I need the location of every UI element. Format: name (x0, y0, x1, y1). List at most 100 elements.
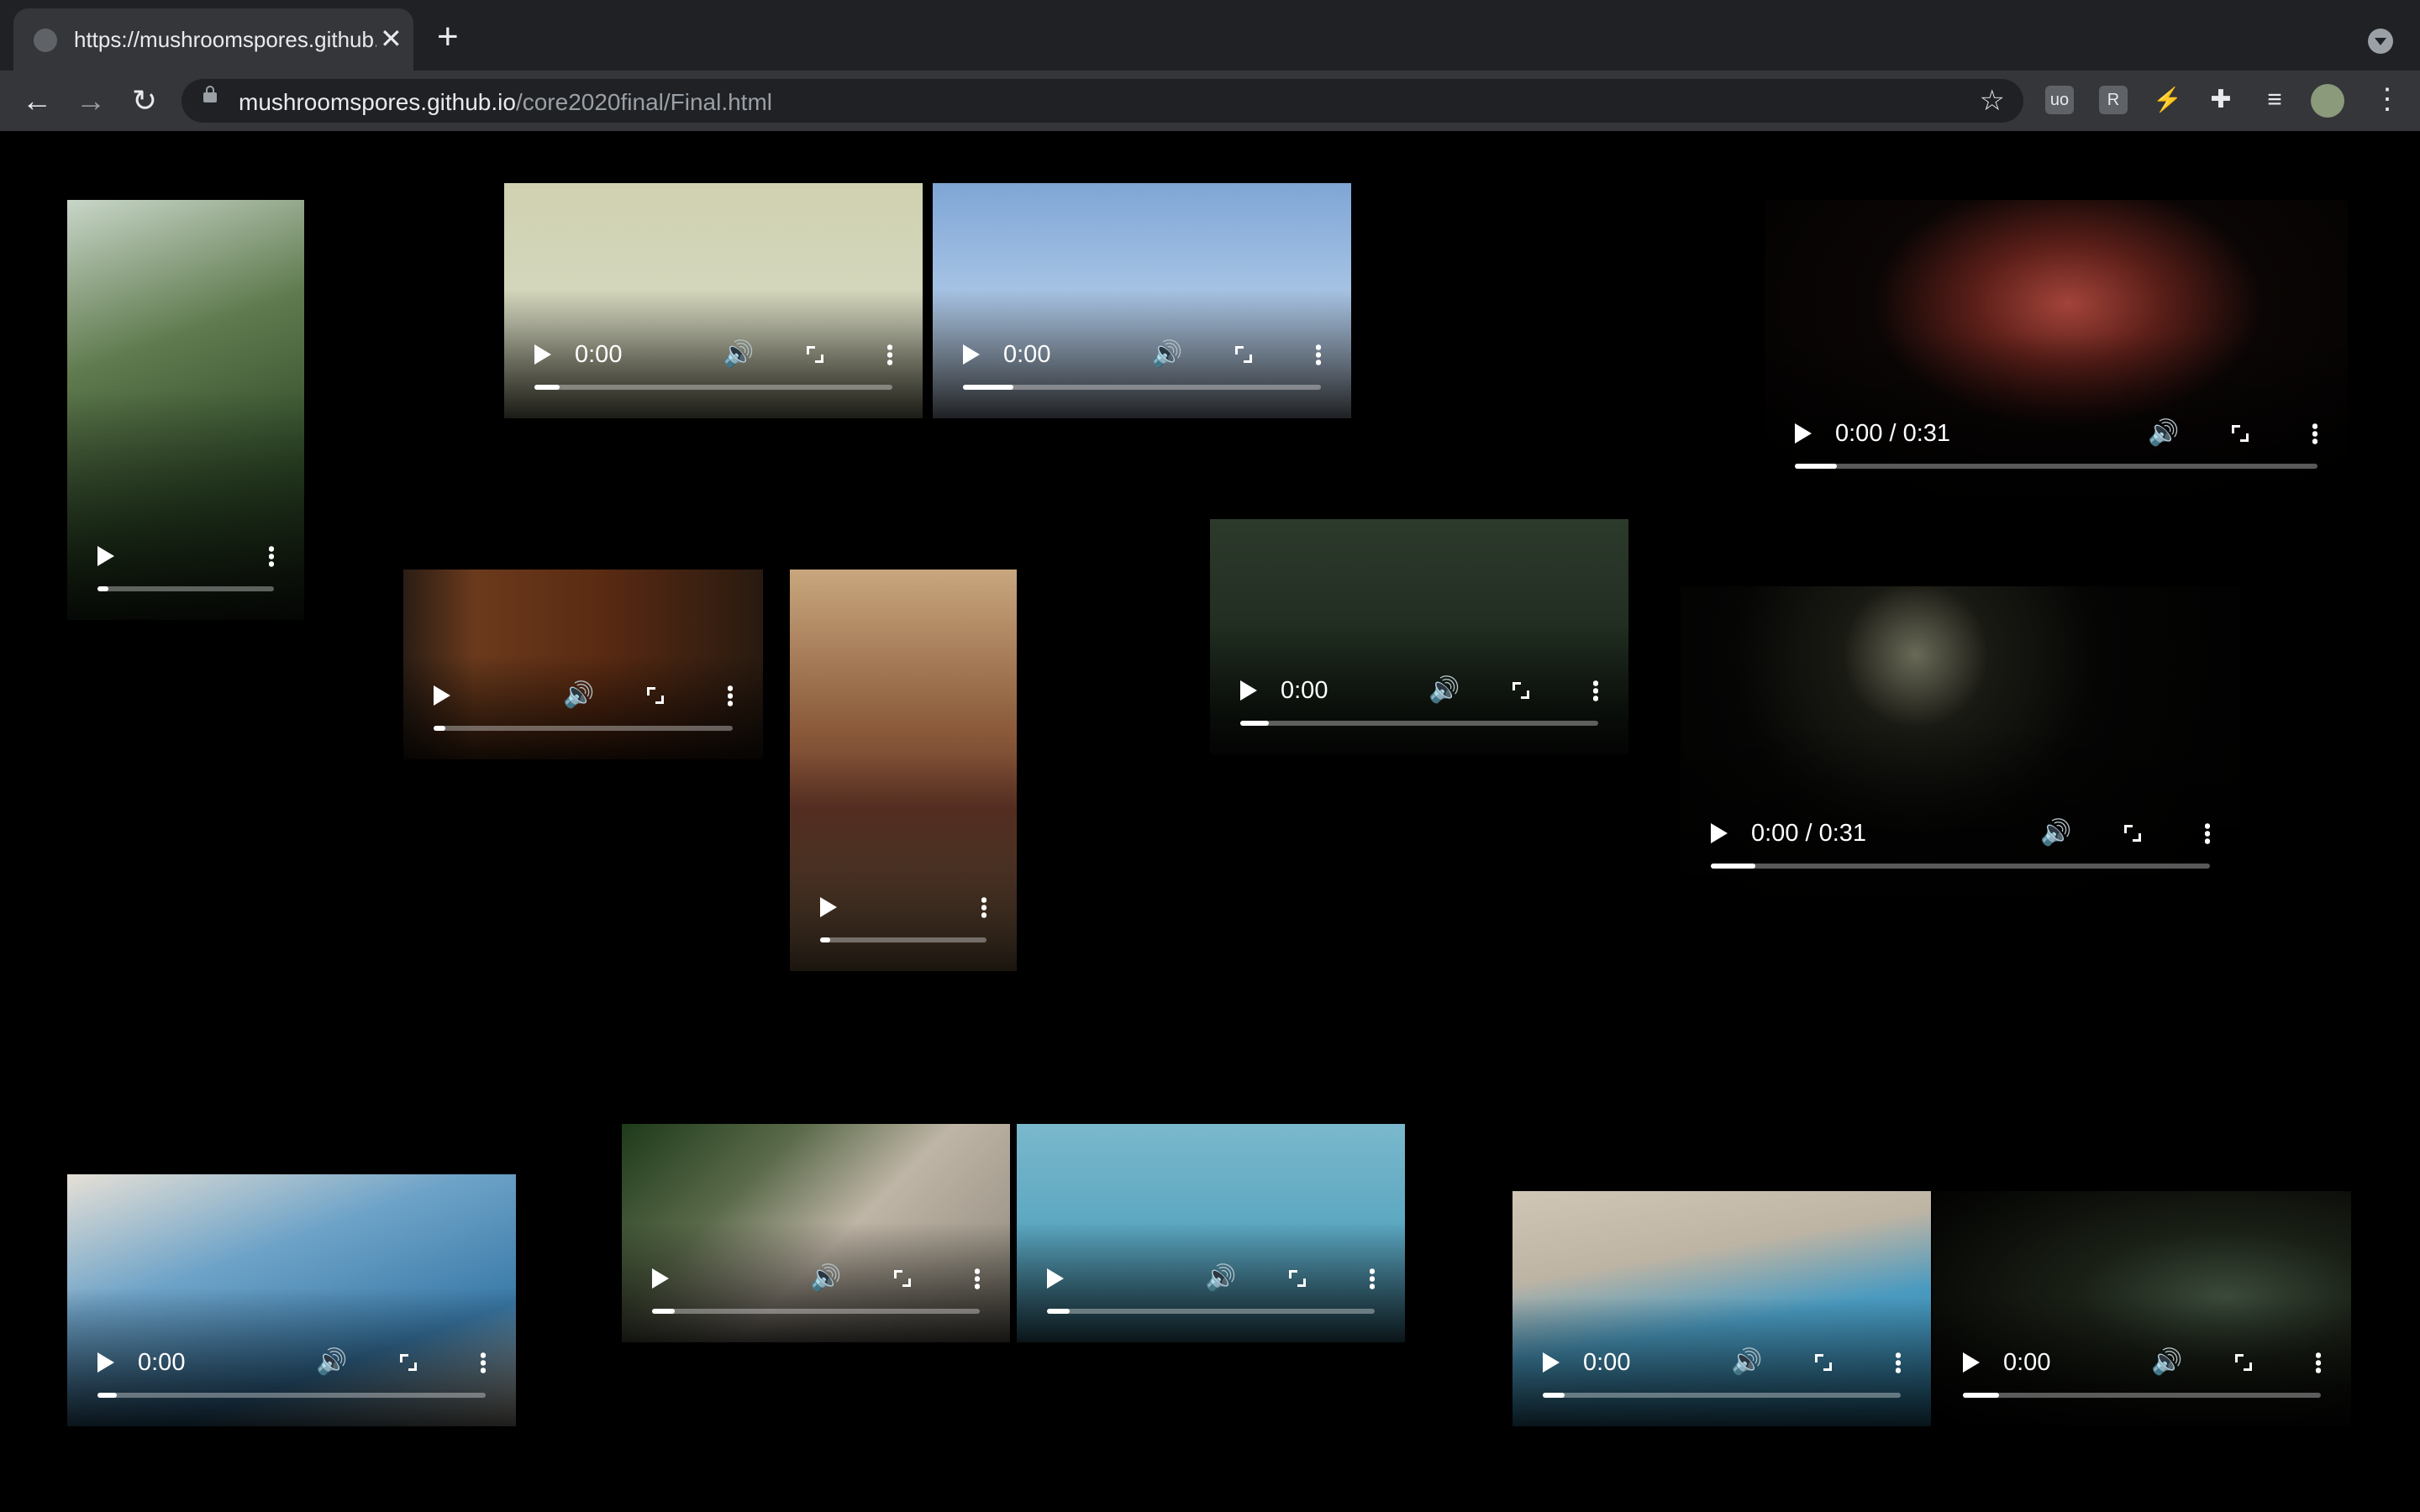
video-player-wall-fan[interactable]: 0:00 🔊 (504, 183, 923, 418)
more-options-icon[interactable] (975, 1268, 980, 1289)
more-options-icon[interactable] (1593, 680, 1598, 701)
video-player-pool-cone[interactable]: 0:00 🔊 (1512, 1191, 1931, 1426)
progress-bar[interactable] (963, 385, 1321, 390)
more-options-icon[interactable] (981, 896, 986, 918)
volume-icon[interactable]: 🔊 (1151, 339, 1182, 370)
fullscreen-icon[interactable] (2124, 825, 2141, 842)
progress-bar[interactable] (820, 937, 986, 942)
video-player-garden-path[interactable]: 🔊 (622, 1124, 1010, 1342)
video-player-pool-pillars[interactable]: 0:00 🔊 (67, 1174, 516, 1426)
more-options-icon[interactable] (481, 1352, 486, 1373)
video-player-hanging-shirt[interactable] (790, 570, 1017, 971)
video-player-pool-tiles[interactable]: 🔊 (1017, 1124, 1405, 1342)
volume-icon[interactable]: 🔊 (2151, 1347, 2182, 1378)
puzzle-extensions-icon[interactable]: ✚ (2207, 86, 2235, 114)
play-icon[interactable] (820, 897, 837, 917)
ublock-extension-icon[interactable]: uo (2045, 86, 2074, 114)
volume-icon[interactable]: 🔊 (723, 339, 754, 370)
progress-bar[interactable] (1795, 464, 2317, 469)
progress-bar[interactable] (534, 385, 892, 390)
video-player-clouds-sky[interactable]: 0:00 🔊 (933, 183, 1351, 418)
volume-icon[interactable]: 🔊 (1428, 675, 1460, 706)
play-icon[interactable] (97, 546, 114, 566)
more-options-icon[interactable] (2205, 822, 2210, 844)
more-options-icon[interactable] (1316, 344, 1321, 365)
volume-icon[interactable]: 🔊 (810, 1263, 841, 1294)
fullscreen-icon[interactable] (1815, 1354, 1832, 1371)
play-icon[interactable] (1047, 1268, 1064, 1289)
fullscreen-icon[interactable] (400, 1354, 417, 1371)
fullscreen-icon[interactable] (2232, 425, 2249, 442)
progress-bar[interactable] (1711, 864, 2210, 869)
volume-icon[interactable]: 🔊 (563, 680, 594, 711)
progress-bar[interactable] (434, 726, 733, 731)
fullscreen-icon[interactable] (894, 1270, 911, 1287)
more-options-icon[interactable] (887, 344, 892, 365)
fullscreen-icon[interactable] (1512, 682, 1529, 699)
more-options-icon[interactable] (269, 545, 274, 567)
play-icon[interactable] (1963, 1352, 1980, 1373)
address-bar[interactable]: mushroomspores.github.io/core2020final/F… (182, 79, 2023, 123)
fullscreen-icon[interactable] (1289, 1270, 1306, 1287)
volume-icon[interactable]: 🔊 (1205, 1263, 1236, 1294)
more-options-icon[interactable] (2316, 1352, 2321, 1373)
video-player-palm-tree[interactable] (67, 200, 304, 620)
progress-bar[interactable] (1047, 1309, 1375, 1314)
time-display: 0:00 / 0:31 (1751, 820, 1867, 847)
more-options-icon[interactable] (728, 685, 733, 706)
controls-overlay (504, 289, 923, 418)
fullscreen-icon[interactable] (1235, 346, 1252, 363)
progress-bar[interactable] (97, 586, 274, 591)
more-options-icon[interactable] (1370, 1268, 1375, 1289)
new-tab-button[interactable]: + (437, 18, 459, 55)
profile-avatar[interactable] (2311, 84, 2344, 118)
video-player-night-balcony-red[interactable]: 0:00 / 0:31 🔊 (1765, 200, 2348, 497)
tab-search-icon[interactable] (2368, 29, 2393, 54)
play-icon[interactable] (1240, 680, 1257, 701)
close-tab-icon[interactable]: ✕ (380, 22, 402, 55)
play-icon[interactable] (1711, 823, 1728, 843)
fullscreen-icon[interactable] (647, 687, 664, 704)
play-icon[interactable] (963, 344, 980, 365)
lightning-extension-icon[interactable]: ⚡ (2153, 86, 2182, 114)
play-icon[interactable] (534, 344, 551, 365)
browser-tab[interactable]: https://mushroomspores.github.io/core202… (13, 8, 413, 71)
progress-fill (1795, 464, 1837, 469)
play-icon[interactable] (97, 1352, 114, 1373)
reload-icon[interactable]: ↻ (124, 81, 165, 121)
progress-bar[interactable] (1543, 1393, 1901, 1398)
progress-bar[interactable] (97, 1393, 486, 1398)
volume-icon[interactable]: 🔊 (1731, 1347, 1762, 1378)
volume-icon[interactable]: 🔊 (316, 1347, 347, 1378)
volume-icon[interactable]: 🔊 (2148, 418, 2179, 449)
forward-arrow-icon[interactable]: → (71, 81, 111, 121)
play-icon[interactable] (1543, 1352, 1560, 1373)
progress-bar[interactable] (1963, 1393, 2321, 1398)
url-text[interactable]: mushroomspores.github.io/core2020final/F… (239, 89, 772, 116)
more-options-icon[interactable] (2312, 423, 2317, 444)
time-display: 0:00 (1281, 677, 1328, 704)
extension-r-icon[interactable]: R (2099, 86, 2128, 114)
play-icon[interactable] (434, 685, 450, 706)
controls-overlay (67, 1288, 516, 1426)
play-icon[interactable] (652, 1268, 669, 1289)
back-arrow-icon[interactable]: ← (17, 81, 57, 121)
play-icon[interactable] (1795, 423, 1812, 444)
fullscreen-icon[interactable] (2235, 1354, 2252, 1371)
progress-bar[interactable] (652, 1309, 980, 1314)
video-player-night-pool[interactable]: 0:00 🔊 (1933, 1191, 2351, 1426)
tab-strip: https://mushroomspores.github.io/core202… (0, 0, 2420, 71)
media-queue-icon[interactable]: ≡ (2260, 86, 2289, 114)
time-display: 0:00 / 0:31 (1835, 420, 1951, 447)
video-player-window-grille[interactable]: 🔊 (403, 570, 763, 759)
video-player-blurred-trees[interactable]: 0:00 🔊 (1210, 519, 1628, 754)
bookmark-star-icon[interactable]: ☆ (1980, 84, 2005, 118)
progress-bar[interactable] (1240, 721, 1598, 726)
more-options-icon[interactable] (1896, 1352, 1901, 1373)
volume-icon[interactable]: 🔊 (2040, 818, 2071, 848)
time-display: 0:00 (138, 1349, 186, 1376)
browser-menu-icon[interactable]: ⋮ (2373, 81, 2402, 118)
video-player-night-windows[interactable]: 0:00 / 0:31 🔊 (1681, 586, 2240, 897)
fullscreen-icon[interactable] (807, 346, 823, 363)
controls-overlay (67, 389, 304, 620)
